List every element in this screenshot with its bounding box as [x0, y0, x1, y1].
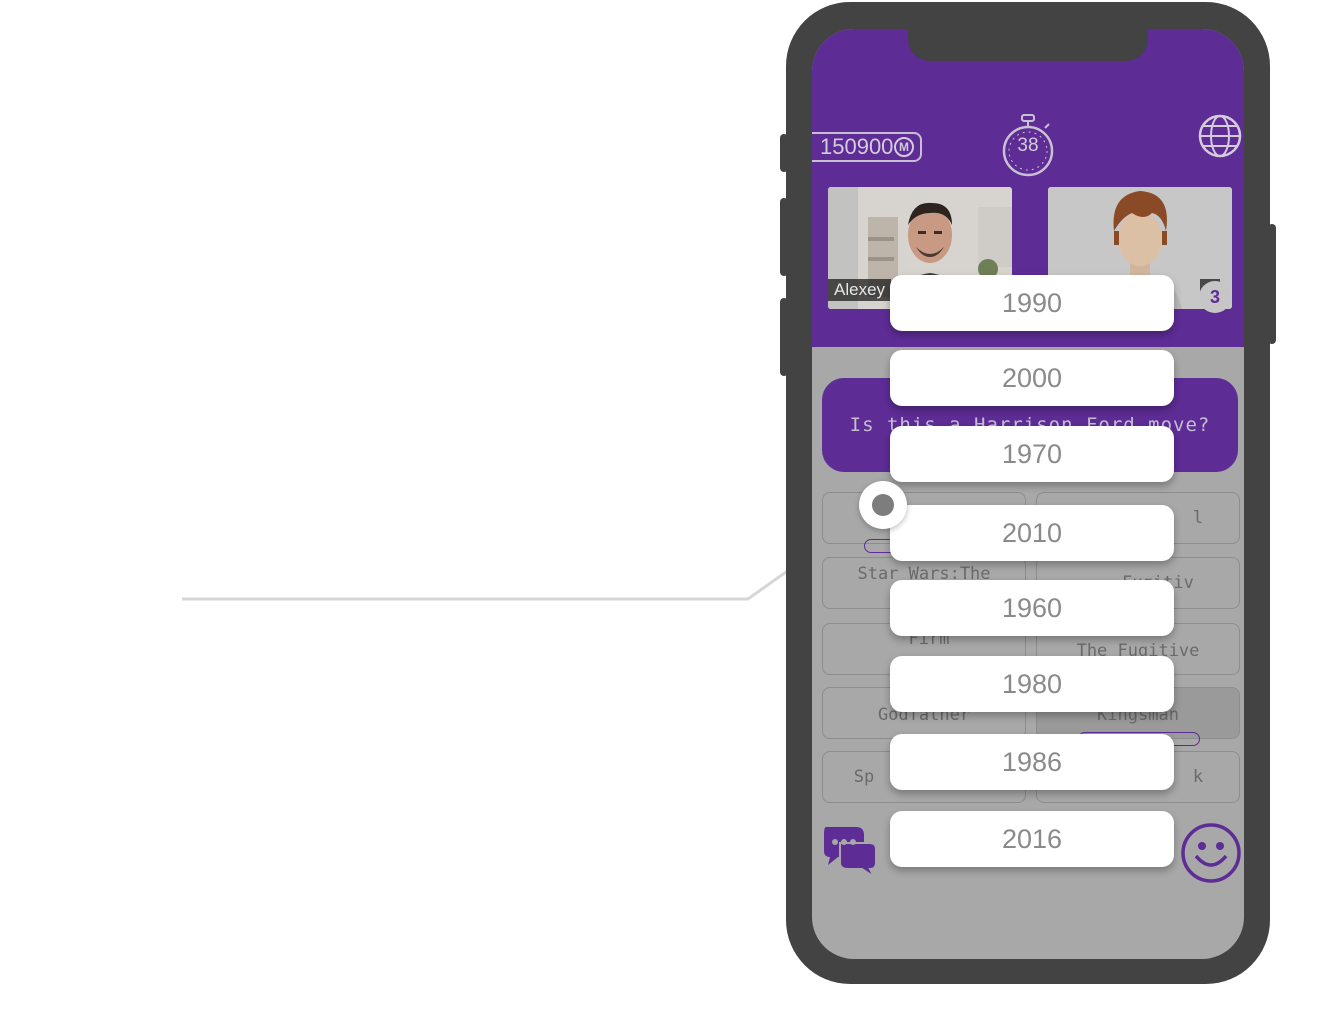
year-label: 2016 [1001, 823, 1063, 854]
year-label: 2000 [1001, 362, 1063, 393]
answer-label: Sp [853, 767, 875, 787]
year-option[interactable]: 1980 [890, 656, 1174, 712]
year-label: 1986 [1001, 746, 1063, 777]
year-option[interactable]: 1960 [890, 580, 1174, 636]
year-option[interactable]: 2000 [890, 350, 1174, 406]
coin-icon: M [894, 137, 914, 157]
score-badge: 3 [1199, 281, 1231, 313]
year-option[interactable]: 1990 [890, 275, 1174, 331]
globe-icon[interactable] [1197, 113, 1243, 159]
year-option[interactable]: 2016 [890, 811, 1174, 867]
volume-down-button [780, 298, 788, 376]
year-option[interactable]: 2010 [890, 505, 1174, 561]
year-label: 1990 [1001, 287, 1063, 318]
volume-up-button [780, 198, 788, 276]
callout-marker [859, 481, 907, 529]
year-label: 1970 [1001, 438, 1063, 469]
year-option[interactable]: 1970 [890, 426, 1174, 482]
year-option[interactable]: 1986 [890, 734, 1174, 790]
phone-notch [908, 29, 1148, 61]
coin-balance[interactable]: 150900 M [812, 132, 922, 162]
answer-label: l [1192, 508, 1204, 528]
player-name-left: Alexey [828, 279, 892, 301]
year-label: 2010 [1001, 517, 1063, 548]
smiley-icon[interactable] [1180, 822, 1242, 884]
stopwatch-icon: 38 [1000, 113, 1056, 181]
mute-switch [780, 134, 788, 172]
coin-amount: 150900 [820, 134, 894, 159]
chat-bubbles-icon[interactable] [820, 821, 880, 880]
power-button [1268, 224, 1276, 344]
year-label: 1960 [1001, 592, 1063, 623]
timer-value: 38 [1017, 135, 1039, 156]
answer-label: k [1192, 767, 1204, 787]
year-label: 1980 [1001, 668, 1063, 699]
